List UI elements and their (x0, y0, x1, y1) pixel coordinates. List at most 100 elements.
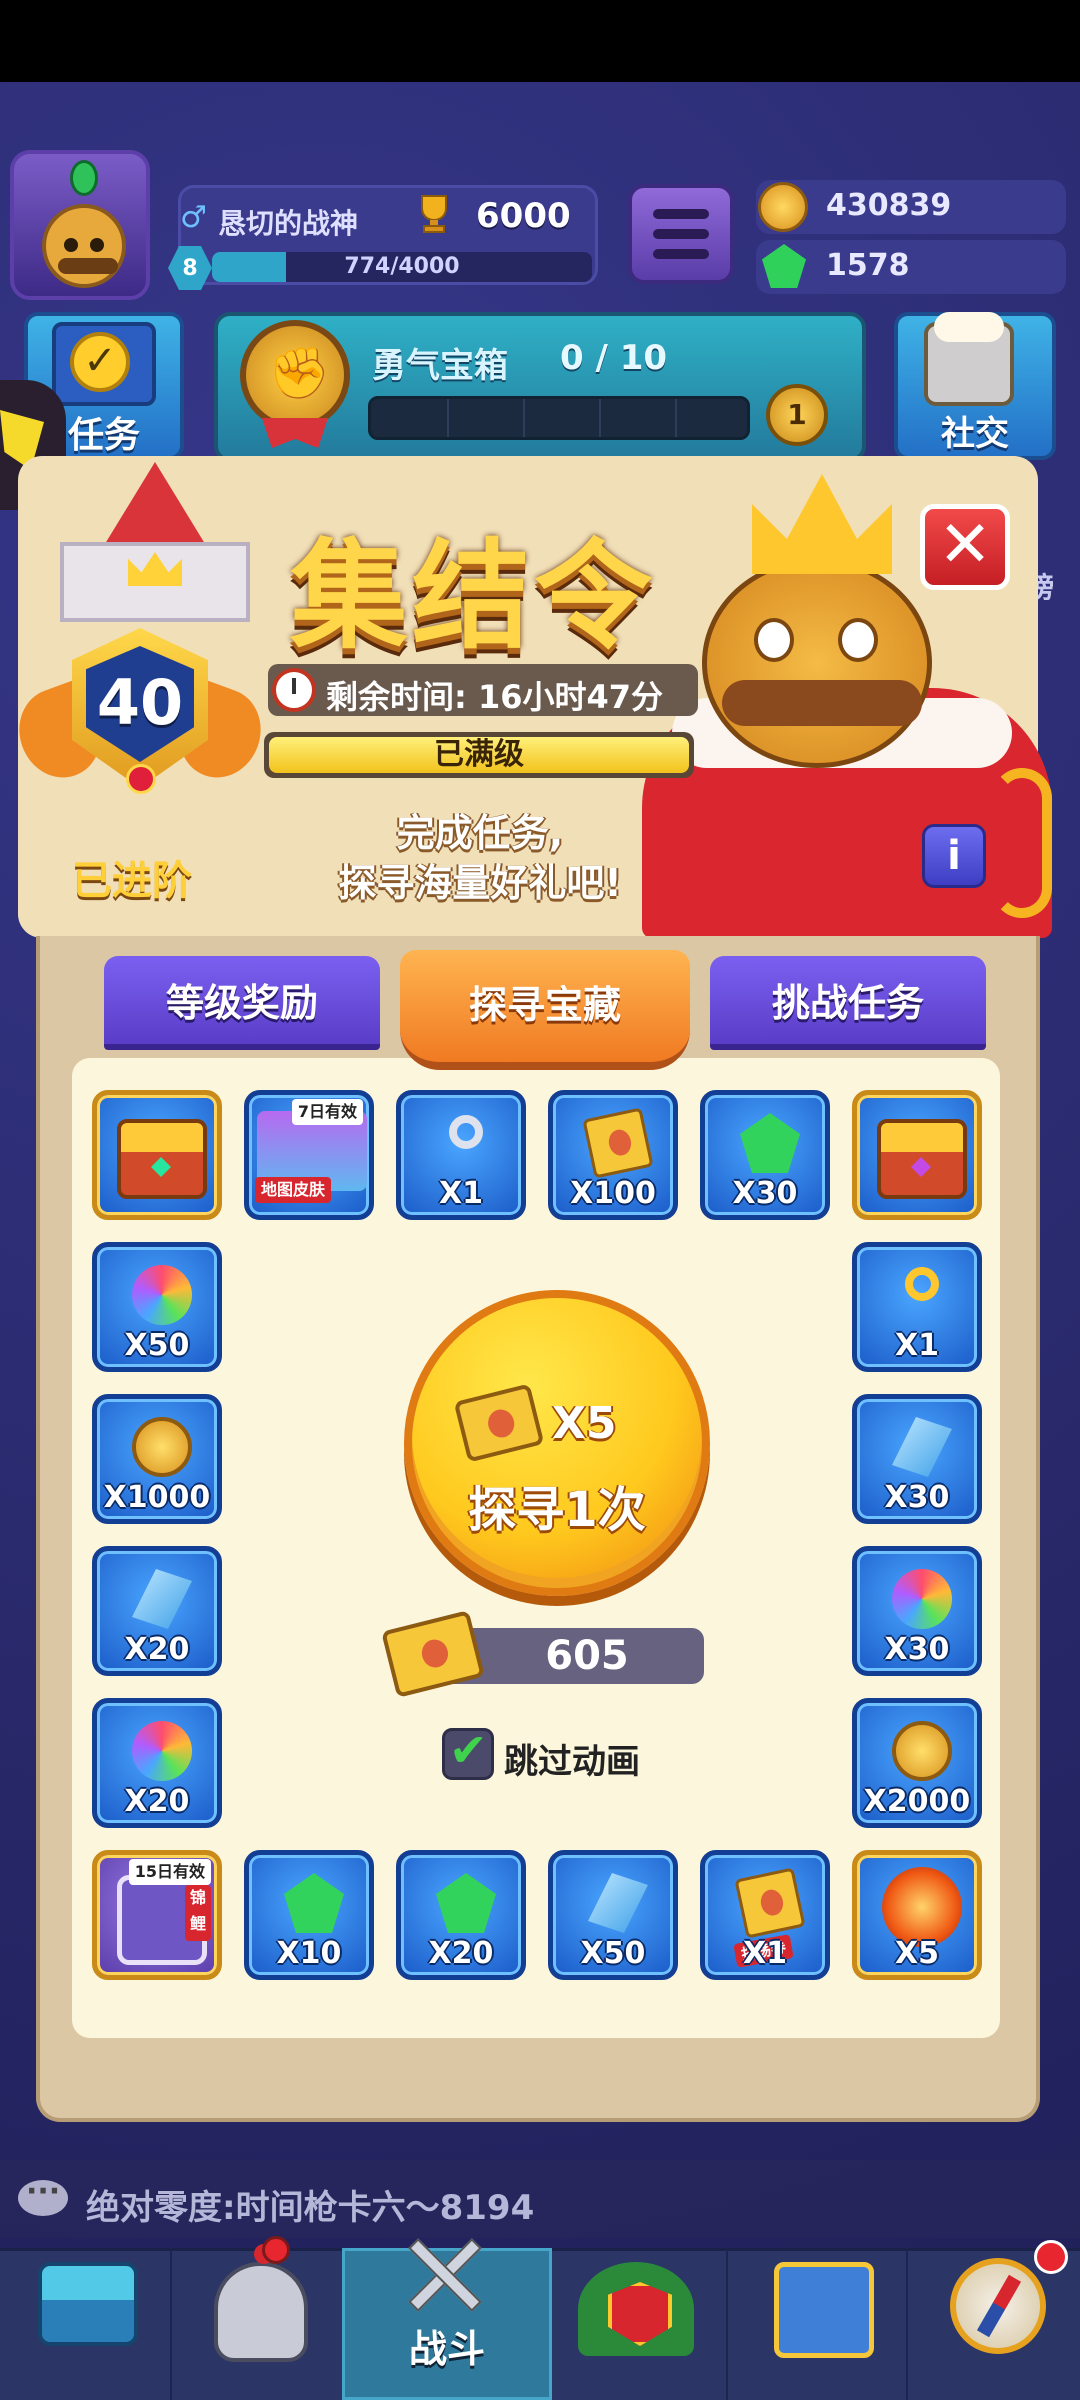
rainbow-bean-icon (892, 1569, 952, 1629)
courage-chest-bar (368, 396, 750, 440)
clock-icon (272, 668, 316, 712)
green-gem-icon (284, 1873, 344, 1933)
checkmark-icon: ✓ (70, 332, 130, 392)
reward-count: X1 (438, 1176, 483, 1211)
reward-slot[interactable] (92, 1090, 222, 1220)
courage-chest-title: 勇气宝箱 (372, 346, 508, 386)
green-gem-icon (740, 1113, 800, 1173)
reward-slot[interactable]: X20 (396, 1850, 526, 1980)
chat-bubble-icon (18, 2174, 68, 2216)
crystal-icon (132, 1569, 192, 1629)
reward-slot[interactable]: X30 (700, 1090, 830, 1220)
reward-count: X50 (124, 1328, 190, 1363)
player-avatar[interactable] (10, 150, 150, 300)
reward-count: X20 (428, 1936, 494, 1971)
treasure-chest-icon[interactable] (38, 2262, 138, 2346)
map-skin-tag: 地图皮肤 (255, 1177, 332, 1203)
reward-slot[interactable]: X5 (852, 1850, 982, 1980)
avatar-gem-icon (70, 160, 98, 196)
beer-mug-icon (924, 312, 1014, 406)
reward-slot[interactable]: X100 (548, 1090, 678, 1220)
reward-count: X30 (884, 1480, 950, 1515)
notification-dot (262, 2236, 290, 2264)
coin-icon (758, 182, 808, 232)
validity-badge: 7日有效 (291, 1099, 363, 1125)
reward-slot[interactable]: X2000 (852, 1698, 982, 1828)
crystal-icon (892, 1417, 952, 1477)
courage-chest-progress: 0 / 10 (560, 338, 668, 378)
reward-slot[interactable]: X30 (852, 1394, 982, 1524)
trophy-count: 6000 (476, 196, 571, 236)
reward-slot[interactable]: X20 (92, 1546, 222, 1676)
tab-level-rewards[interactable]: 等级奖励 (104, 956, 380, 1050)
group-icon[interactable] (774, 2262, 874, 2358)
explore-cost: X5 (552, 1398, 617, 1449)
xp-text: 774/4000 (344, 254, 460, 279)
reward-slot[interactable]: X50 (548, 1850, 678, 1980)
reward-count: X30 (884, 1632, 950, 1667)
reward-slot[interactable]: 扫荡券 X1 (700, 1850, 830, 1980)
trophy-icon (421, 195, 447, 233)
event-level-badge: 40 (7, 618, 273, 818)
xp-bar: 774/4000 (212, 252, 592, 282)
coin-icon (892, 1721, 952, 1781)
slogan-line-1: 完成任务, (396, 811, 564, 855)
reward-slot[interactable]: 7日有效 地图皮肤 (244, 1090, 374, 1220)
skip-animation-checkbox[interactable] (442, 1723, 494, 1780)
reward-count: X1 (894, 1328, 939, 1363)
reward-count: X50 (580, 1936, 646, 1971)
reward-slot[interactable]: X1000 (92, 1394, 222, 1524)
coin-amount: 430839 (826, 188, 952, 223)
menu-button[interactable] (628, 184, 734, 284)
reward-slot[interactable]: X50 (92, 1242, 222, 1372)
reward-slot[interactable]: X20 (92, 1698, 222, 1828)
crossed-swords-icon (400, 2230, 490, 2320)
nav-divider (726, 2250, 728, 2400)
player-name: 恳切的战神 (218, 207, 359, 240)
skip-animation-label[interactable]: 跳过动画 (504, 1734, 640, 1783)
validity-badge: 15日有效 (128, 1859, 211, 1885)
fireball-icon (882, 1867, 962, 1947)
menu-line (653, 229, 709, 239)
reward-count: X10 (276, 1936, 342, 1971)
reward-slot[interactable]: 15日有效 锦鲤 (92, 1850, 222, 1980)
green-gem-icon (436, 1873, 496, 1933)
nav-divider (906, 2250, 908, 2400)
reward-count: X1000 (103, 1480, 211, 1515)
tab-explore-treasure[interactable]: 探寻宝藏 (400, 950, 690, 1070)
laurel-shield-icon[interactable] (578, 2262, 694, 2356)
gem-amount: 1578 (826, 248, 910, 283)
avatar-face (42, 204, 126, 288)
level-progress-bar: 已满级 (264, 732, 694, 778)
reward-slot[interactable]: X10 (244, 1850, 374, 1980)
helmet-icon[interactable] (214, 2244, 308, 2362)
close-button[interactable]: ✕ (920, 504, 1010, 590)
rainbow-bean-icon (132, 1265, 192, 1325)
nav-label-battle: 战斗 (408, 2327, 485, 2371)
social-label: 社交 (941, 414, 1009, 454)
koi-tag: 锦鲤 (185, 1885, 211, 1941)
reward-slot[interactable]: X1 (396, 1090, 526, 1220)
coin-icon (132, 1417, 192, 1477)
reward-count: X1 (742, 1936, 787, 1971)
ticket-icon (582, 1107, 654, 1179)
silver-key-icon (449, 1115, 483, 1149)
remaining-time: 剩余时间: 16小时47分 (326, 678, 664, 716)
slogan-line-2: 探寻海量好礼吧! (338, 861, 622, 905)
event-title: 集结令 (290, 527, 657, 665)
info-button[interactable]: i (922, 824, 986, 888)
compass-icon[interactable] (950, 2258, 1046, 2354)
chest-key-count: 1 (766, 384, 828, 446)
reward-count: X2000 (863, 1784, 971, 1819)
explore-label: 探寻1次 (468, 1482, 646, 1538)
event-level-number: 40 (96, 666, 184, 739)
event-slogan: 完成任务, 探寻海量好礼吧! (300, 808, 660, 908)
crystal-icon (588, 1873, 648, 1933)
reward-slot[interactable] (852, 1090, 982, 1220)
nav-divider (170, 2250, 172, 2400)
reward-slot[interactable]: X1 (852, 1242, 982, 1372)
tab-challenge-tasks[interactable]: 挑战任务 (710, 956, 986, 1050)
advanced-status: 已进阶 (72, 858, 192, 904)
status-bar (0, 0, 1080, 82)
reward-slot[interactable]: X30 (852, 1546, 982, 1676)
